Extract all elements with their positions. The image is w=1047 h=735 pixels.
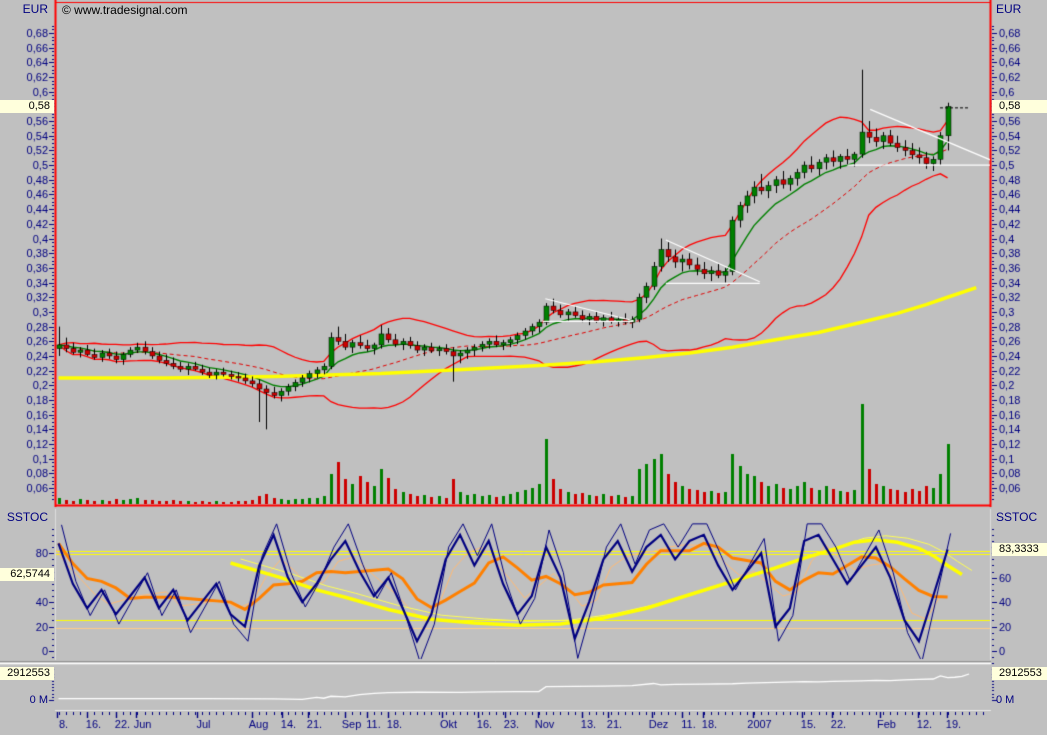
bottom-value-box-right: 2912553 — [992, 667, 1047, 680]
tradesignal-chart-window: © www.tradesignal.com EUR EUR 0,58 0,58 … — [0, 0, 1047, 735]
sstoc-value-box-left: 62,5744 — [0, 568, 54, 581]
price-axis-unit-left: EUR — [0, 3, 48, 16]
bottom-value-box-left: 2912553 — [0, 667, 54, 680]
sstoc-value-box-right: 83,3333 — [992, 543, 1047, 556]
bottom-zero-label-left: 0 M — [0, 694, 48, 707]
chart-canvas[interactable] — [0, 0, 1047, 735]
sstoc-title-left: SSTOC — [0, 511, 48, 524]
copyright-label: © www.tradesignal.com — [62, 3, 188, 17]
price-axis-unit-right: EUR — [996, 3, 1021, 16]
bottom-zero-label-right: 0 M — [996, 694, 1014, 707]
last-price-box-left: 0,58 — [0, 100, 54, 113]
sstoc-title-right: SSTOC — [996, 511, 1037, 524]
last-price-box-right: 0,58 — [992, 100, 1047, 113]
